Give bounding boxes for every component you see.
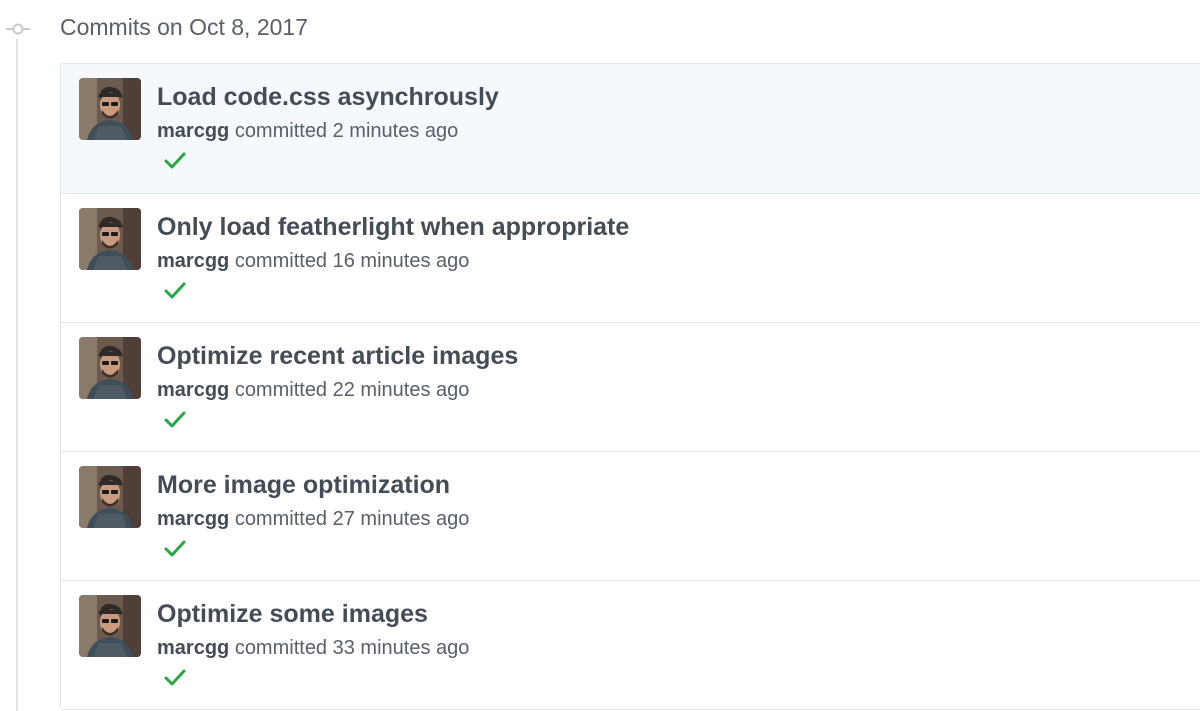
commit-title-link[interactable]: Only load featherlight when appropriate: [157, 213, 629, 242]
git-commit-icon: [6, 19, 30, 39]
commit-row: More image optimization marcgg committed…: [61, 451, 1200, 580]
commit-meta: marcgg committed 27 minutes ago: [157, 508, 469, 531]
commit-row: Optimize recent article images marcgg co…: [61, 322, 1200, 451]
check-icon[interactable]: [163, 538, 187, 560]
commit-verb: committed: [234, 120, 328, 142]
commit-verb: committed: [234, 250, 328, 272]
check-icon[interactable]: [163, 667, 187, 689]
commit-time: 2 minutes ago: [332, 120, 459, 142]
commit-time: 22 minutes ago: [332, 379, 470, 401]
commit-time: 33 minutes ago: [332, 637, 470, 659]
commit-author-link[interactable]: marcgg: [157, 637, 229, 659]
commits-timeline: Commits on Oct 8, 2017 Load code.css asy…: [0, 0, 1200, 711]
commit-meta: marcgg committed 16 minutes ago: [157, 250, 469, 273]
avatar[interactable]: [79, 208, 141, 270]
commit-verb: committed: [234, 379, 328, 401]
commit-time: 16 minutes ago: [332, 250, 470, 272]
commit-author-link[interactable]: marcgg: [157, 508, 229, 530]
commit-title-link[interactable]: Optimize some images: [157, 600, 428, 629]
commit-row: Load code.css asynchrously marcgg commit…: [61, 64, 1200, 193]
check-icon[interactable]: [163, 150, 187, 172]
commit-meta: marcgg committed 2 minutes ago: [157, 120, 458, 143]
commit-verb: committed: [234, 637, 328, 659]
commit-author-link[interactable]: marcgg: [157, 250, 229, 272]
avatar[interactable]: [79, 337, 141, 399]
avatar[interactable]: [79, 466, 141, 528]
commit-group-title: Commits on Oct 8, 2017: [60, 14, 308, 40]
commit-author-link[interactable]: marcgg: [157, 120, 229, 142]
timeline-line: [16, 28, 18, 711]
commit-title-link[interactable]: Load code.css asynchrously: [157, 83, 499, 112]
check-icon[interactable]: [163, 409, 187, 431]
avatar[interactable]: [79, 595, 141, 657]
commit-row: Only load featherlight when appropriate …: [61, 193, 1200, 322]
commit-time: 27 minutes ago: [332, 508, 470, 530]
commit-list: Load code.css asynchrously marcgg commit…: [60, 63, 1200, 710]
commit-meta: marcgg committed 33 minutes ago: [157, 637, 469, 660]
commit-author-link[interactable]: marcgg: [157, 379, 229, 401]
commit-meta: marcgg committed 22 minutes ago: [157, 379, 469, 402]
commit-verb: committed: [234, 508, 328, 530]
avatar[interactable]: [79, 78, 141, 140]
commit-title-link[interactable]: More image optimization: [157, 471, 450, 500]
commit-row: Optimize some images marcgg committed 33…: [61, 580, 1200, 709]
commit-title-link[interactable]: Optimize recent article images: [157, 342, 518, 371]
check-icon[interactable]: [163, 280, 187, 302]
